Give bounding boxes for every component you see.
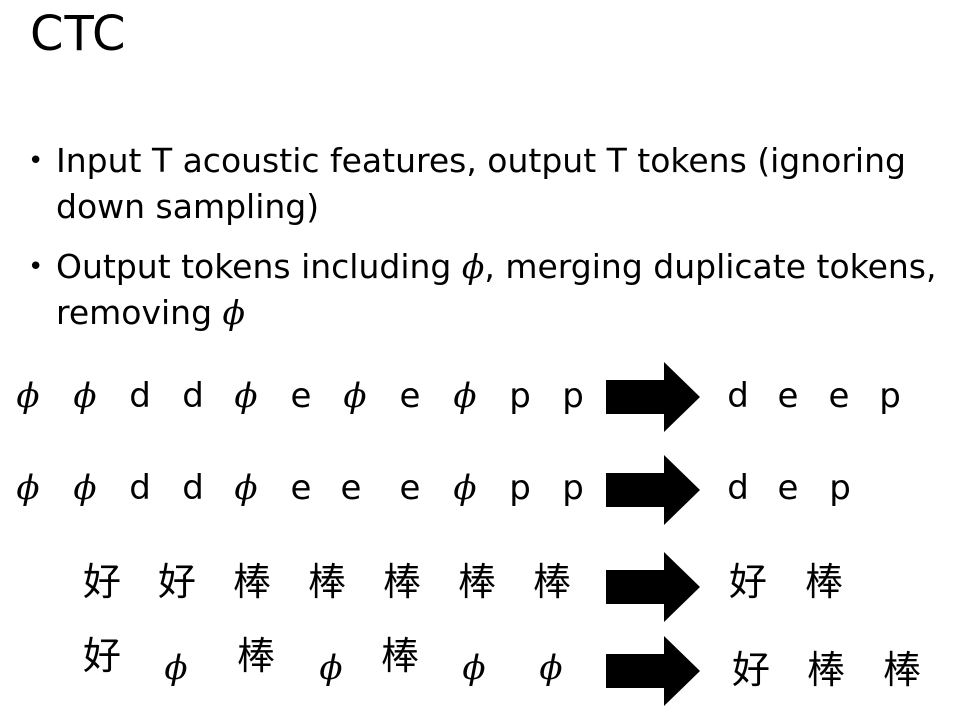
bullet-list: • Input T acoustic features, output T to… (28, 138, 953, 350)
bullet-dot-icon: • (28, 146, 44, 176)
slide-title: CTC (30, 6, 127, 62)
input-token: ϕ (234, 468, 258, 508)
input-token: e (399, 468, 421, 508)
input-token: 棒 (382, 560, 421, 604)
input-token: 好 (82, 560, 121, 604)
input-token: p (562, 376, 584, 416)
output-token: d (727, 468, 749, 508)
input-token: ϕ (234, 376, 258, 416)
input-token: e (290, 468, 312, 508)
output-token: p (829, 468, 851, 508)
output-token: 棒 (882, 648, 921, 692)
bullet-text: Input T acoustic features, output T toke… (56, 141, 906, 226)
input-token: 棒 (232, 560, 271, 604)
input-token: ϕ (343, 376, 367, 416)
input-token: 棒 (457, 560, 496, 604)
input-token: e (340, 468, 362, 508)
output-token: d (727, 376, 749, 416)
input-token: ϕ (462, 648, 486, 688)
output-token: 好 (728, 560, 767, 604)
input-token: ϕ (453, 468, 477, 508)
input-token: ϕ (73, 468, 97, 508)
input-token: ϕ (16, 376, 40, 416)
input-token: 棒 (532, 560, 571, 604)
input-token: 棒 (307, 560, 346, 604)
input-token: p (509, 376, 531, 416)
bullet-dot-icon: • (28, 252, 44, 282)
right-arrow-icon (606, 362, 700, 432)
output-token: e (828, 376, 850, 416)
bullet-item: • Input T acoustic features, output T to… (28, 138, 953, 230)
output-token: p (879, 376, 901, 416)
input-token: d (182, 376, 204, 416)
right-arrow-icon (606, 552, 700, 622)
input-token: 好 (82, 634, 121, 678)
input-token: e (290, 376, 312, 416)
input-token: 好 (157, 560, 196, 604)
input-token: 棒 (236, 634, 275, 678)
input-token: ϕ (73, 376, 97, 416)
input-token: p (562, 468, 584, 508)
input-token: ϕ (319, 648, 343, 688)
right-arrow-icon (606, 455, 700, 525)
phi-symbol: ϕ (222, 293, 246, 332)
bullet-text: Output tokens including (56, 247, 462, 286)
input-token: 棒 (380, 634, 419, 678)
input-token: d (182, 468, 204, 508)
input-token: e (399, 376, 421, 416)
output-token: e (777, 376, 799, 416)
input-token: ϕ (164, 648, 188, 688)
input-token: d (129, 468, 151, 508)
output-token: 好 (731, 648, 770, 692)
phi-symbol: ϕ (461, 247, 485, 286)
output-token: 棒 (804, 560, 843, 604)
input-token: p (509, 468, 531, 508)
input-token: ϕ (16, 468, 40, 508)
input-token: ϕ (453, 376, 477, 416)
input-token: d (129, 376, 151, 416)
output-token: e (777, 468, 799, 508)
bullet-item: • Output tokens including ϕ, merging dup… (28, 244, 953, 336)
output-token: 棒 (806, 648, 845, 692)
right-arrow-icon (606, 636, 700, 706)
input-token: ϕ (539, 648, 563, 688)
